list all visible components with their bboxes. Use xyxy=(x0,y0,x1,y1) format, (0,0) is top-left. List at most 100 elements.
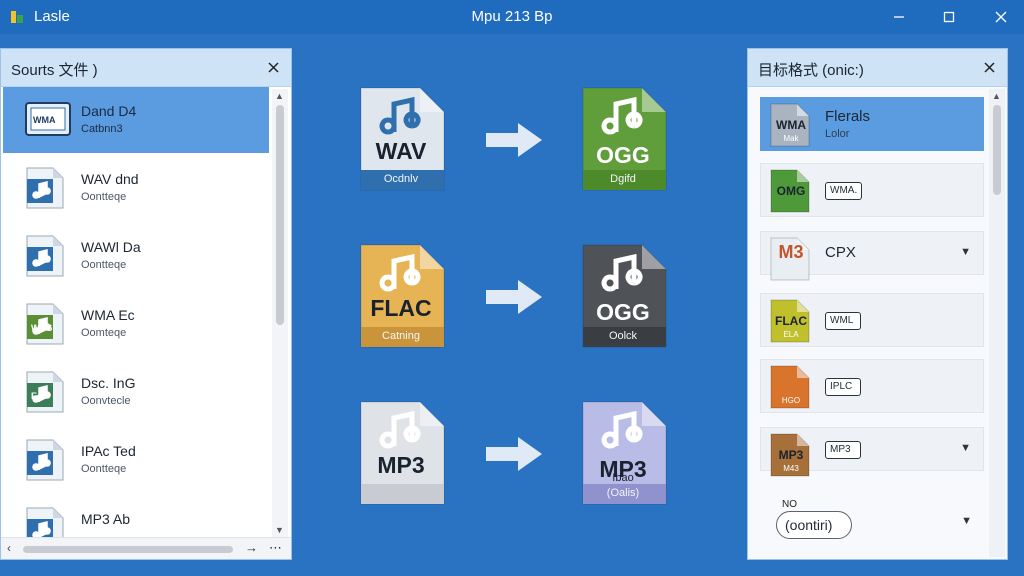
target-panel-title: 目标格式 (onic:) xyxy=(758,62,864,79)
file-subtitle: Oontteqe xyxy=(81,191,127,203)
arrow-right-icon xyxy=(484,277,544,317)
format-icon-label: M3 xyxy=(778,242,804,262)
minimize-button[interactable] xyxy=(876,0,922,34)
maximize-icon xyxy=(943,11,955,23)
source-files-panel: Sourts 文件 ) WMA Dand D4 Catbnn3 WAV dnd Oont… xyxy=(0,48,292,560)
app-logo-icon xyxy=(11,11,23,23)
chevron-down-icon[interactable]: ▼ xyxy=(960,246,971,258)
music-file-icon xyxy=(25,507,65,537)
source-file-item[interactable]: WAV dnd Oontteqe xyxy=(3,155,269,221)
source-format-icon: FLAC Catning xyxy=(358,243,448,351)
target-format-item[interactable]: M3 CPX ▼ xyxy=(760,231,984,281)
source-format-icon: MP3 xyxy=(358,400,448,508)
target-format-label: OGG xyxy=(596,142,650,168)
source-file-item[interactable]: MP3 Ab xyxy=(3,495,269,537)
target-vertical-scrollbar[interactable]: ▲ xyxy=(989,89,1005,557)
format-combo-value: CPX xyxy=(825,244,856,261)
format-title: Flerals xyxy=(825,108,871,125)
source-vertical-scrollbar[interactable]: ▲ ▼ xyxy=(272,89,288,537)
source-format-sub: Catning xyxy=(382,330,420,342)
file-name: WMA Ec xyxy=(81,307,135,323)
target-format-item[interactable]: MP3 M43 MP3 ▼ xyxy=(760,427,984,477)
music-file-icon xyxy=(25,235,65,277)
file-name: IPAc Ted xyxy=(81,443,136,459)
source-panel-title: Sourts 文件 ) xyxy=(11,62,98,79)
file-subtitle: Oontteqe xyxy=(81,259,127,271)
format-icon-label: FLAC xyxy=(775,314,807,328)
scroll-up-icon[interactable]: ▲ xyxy=(992,91,1001,101)
chevron-left-icon[interactable]: ‹ xyxy=(7,541,11,555)
format-subtitle: Lolor xyxy=(825,128,850,140)
source-file-item[interactable]: WAWl Da Oontteqe xyxy=(3,223,269,289)
option-input[interactable]: (oontiri) xyxy=(776,511,852,539)
target-panel-close-button[interactable] xyxy=(979,57,999,77)
target-format-panel: 目标格式 (onic:) WMA Mak Flerals Lolor OMG WMA. M3… xyxy=(747,48,1008,560)
source-panel-header: Sourts 文件 ) xyxy=(1,49,291,87)
app-name: Lasle xyxy=(34,8,70,25)
format-tag: WMA. xyxy=(825,182,863,200)
file-subtitle: Oonvtecle xyxy=(81,395,131,407)
source-format-icon: WAV Ocdnlv xyxy=(358,86,448,194)
target-panel-header: 目标格式 (onic:) xyxy=(748,49,1007,87)
target-format-sub: Dgifd xyxy=(610,173,636,185)
format-icon-sublabel: ELA xyxy=(783,330,799,339)
format-icon-label: WMA xyxy=(776,118,806,132)
source-file-item[interactable]: IPAc Ted Oontteqe xyxy=(3,427,269,493)
source-format-sub: Ocdnlv xyxy=(383,173,419,185)
file-subtitle: Catbnn3 xyxy=(81,123,123,135)
scroll-thumb[interactable] xyxy=(993,105,1001,195)
target-format-item[interactable]: HGO IPLC xyxy=(760,359,984,413)
format-icon-label: OMG xyxy=(776,184,806,198)
target-format-item[interactable]: WMA Mak Flerals Lolor xyxy=(760,97,984,151)
target-format-sub: Oolck xyxy=(608,330,638,342)
music-file-icon xyxy=(25,439,65,481)
scroll-thumb[interactable] xyxy=(276,105,284,325)
file-name: Dsc. InG xyxy=(81,375,136,391)
target-format-label: OGG xyxy=(596,299,650,325)
close-icon xyxy=(983,61,995,73)
source-format-label: MP3 xyxy=(377,452,425,478)
arrow-right-icon xyxy=(484,120,544,160)
file-name: WAV dnd xyxy=(81,171,139,187)
target-format-item[interactable]: OMG WMA. xyxy=(760,163,984,217)
scroll-up-icon[interactable]: ▲ xyxy=(275,91,284,101)
chevron-down-icon[interactable]: ▼ xyxy=(961,515,972,527)
arrow-right-icon xyxy=(484,434,544,474)
file-icon-label: WAG xyxy=(31,323,53,333)
window-title: Mpu 213 Bp xyxy=(471,8,553,25)
source-file-item[interactable]: WMA Dand D4 Catbnn3 xyxy=(3,87,269,153)
format-tag: IPLC xyxy=(825,378,861,396)
source-format-label: WAV xyxy=(375,138,427,164)
source-file-item[interactable]: Eco Dsc. InG Oonvtecle xyxy=(3,359,269,425)
format-icon-sublabel: Mak xyxy=(783,134,799,143)
format-tag: MP3 xyxy=(825,441,861,459)
more-icon[interactable]: ⋯ xyxy=(269,540,282,556)
target-format-sub: (Oalis) xyxy=(606,487,640,499)
target-format-list: WMA Mak Flerals Lolor OMG WMA. M3 CPX ▼ FLAC ELA WM… xyxy=(748,87,988,559)
maximize-button[interactable] xyxy=(926,0,972,34)
source-file-item[interactable]: WAG WMA Ec Oomteqe xyxy=(3,291,269,357)
input-small-label: NO xyxy=(782,499,797,510)
target-format-icon: OGG Oolck xyxy=(580,243,670,351)
file-name: WAWl Da xyxy=(81,239,141,255)
file-name: MP3 Ab xyxy=(81,511,131,527)
file-icon-label: Eco xyxy=(31,391,48,401)
file-subtitle: Oontteqe xyxy=(81,463,127,475)
source-panel-close-button[interactable] xyxy=(263,57,283,77)
scroll-down-icon[interactable]: ▼ xyxy=(275,525,284,535)
target-format-input-row[interactable]: ▼ NO (oontiri) xyxy=(760,497,984,551)
file-name: Dand D4 xyxy=(81,103,137,119)
target-format-item[interactable]: FLAC ELA WML xyxy=(760,293,984,347)
close-window-button[interactable] xyxy=(978,0,1024,34)
close-icon xyxy=(995,11,1007,23)
target-format-icon: MP3 Ibao (Oalis) xyxy=(580,400,670,508)
arrow-right-icon[interactable]: → xyxy=(245,540,258,555)
source-horizontal-scrollbar[interactable]: ‹ → ⋯ xyxy=(1,537,291,559)
chevron-down-icon[interactable]: ▼ xyxy=(960,442,971,454)
format-tag: WML xyxy=(825,312,861,330)
close-icon xyxy=(267,61,279,73)
format-icon-label: MP3 xyxy=(778,448,804,462)
file-icon-label: WMA xyxy=(33,115,56,125)
scroll-thumb[interactable] xyxy=(23,546,233,553)
target-format-secondary: Ibao xyxy=(612,472,634,484)
